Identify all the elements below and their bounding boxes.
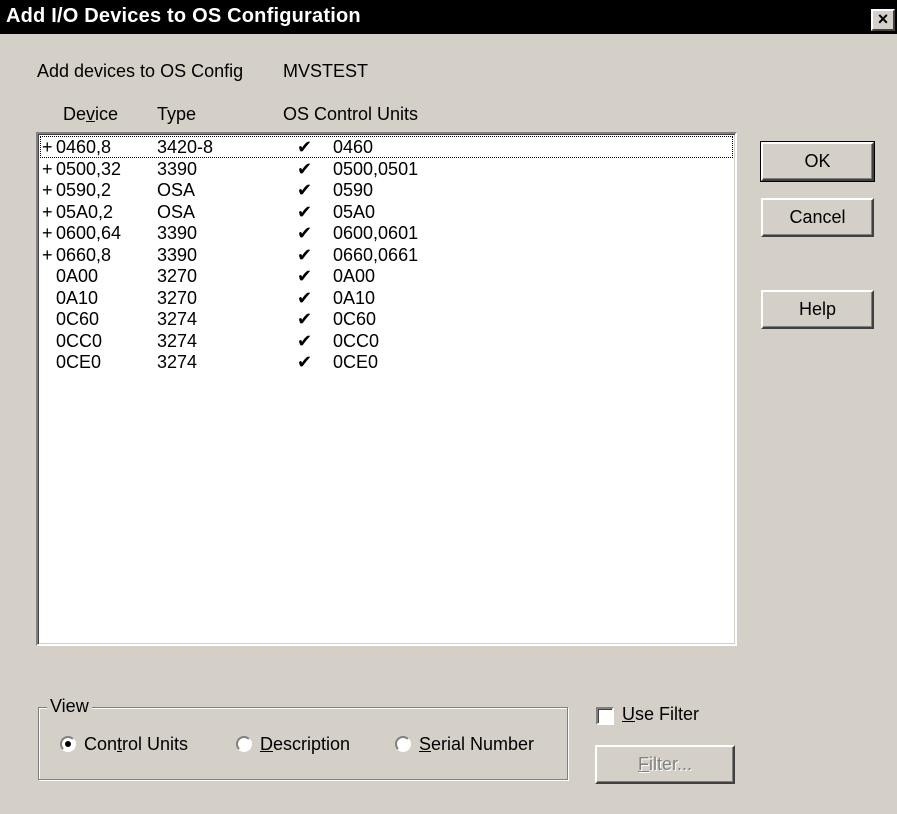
column-header-type: Type (157, 104, 197, 124)
radio-button-icon[interactable] (60, 736, 76, 752)
device-number: 0660,8 (56, 244, 112, 265)
expand-icon[interactable]: + (42, 245, 53, 265)
list-item[interactable]: +0460,8 3420-8 ✔ 0460 (40, 136, 733, 158)
checkmark-icon: ✔ (297, 137, 313, 157)
filter-button[interactable]: Filter... (595, 745, 735, 784)
device-number: 0600,64 (56, 223, 122, 243)
add-devices-label: Add devices to OS Config (37, 61, 244, 81)
device-number: 0500,32 (56, 158, 122, 179)
radio-label-control-units: Control Units (84, 734, 189, 754)
radio-button-icon[interactable] (395, 736, 411, 752)
checkmark-icon: ✔ (297, 180, 313, 200)
checkmark-icon: ✔ (297, 266, 313, 286)
device-number: 0A00 (56, 266, 99, 286)
ok-button[interactable]: OK (760, 141, 875, 182)
device-listbox[interactable]: +0460,8 3420-8 ✔ 0460 +0500,32 3390 ✔ 0500,0501… (36, 132, 737, 646)
dialog-title: Add I/O Devices to OS Configuration (6, 5, 361, 27)
control-units: 0CE0 (333, 352, 379, 372)
device-type: 3270 (157, 287, 198, 308)
device-type: 3274 (157, 352, 198, 372)
checkmark-icon: ✔ (297, 352, 313, 372)
device-type: 3390 (157, 223, 198, 243)
expand-icon[interactable]: + (42, 180, 53, 200)
close-button[interactable]: × (871, 9, 895, 31)
device-type: 3420-8 (157, 137, 214, 157)
list-item[interactable]: +0660,8 3390 ✔ 0660,0661 (40, 244, 733, 266)
control-units: 0A00 (333, 266, 376, 286)
config-name: MVSTEST (283, 61, 369, 81)
control-units: 0600,0601 (333, 223, 419, 243)
device-type: 3390 (157, 158, 198, 179)
radio-button-icon[interactable] (236, 736, 252, 752)
device-type: 3390 (157, 244, 198, 265)
device-number: 0A10 (56, 287, 99, 308)
device-type: OSA (157, 201, 196, 222)
list-item[interactable]: +0590,2 OSA ✔ 0590 (40, 179, 733, 201)
device-number: 0460,8 (56, 137, 112, 157)
list-item[interactable]: +0600,64 3390 ✔ 0600,0601 (40, 222, 733, 244)
view-group-title: View (47, 696, 92, 717)
column-header-device: Device (63, 104, 119, 124)
expand-icon[interactable]: + (42, 223, 53, 243)
device-type: 3274 (157, 309, 198, 329)
list-item[interactable]: 0CE0 3274 ✔ 0CE0 (40, 351, 733, 373)
expand-icon[interactable]: + (42, 137, 53, 157)
list-item[interactable]: 0CC0 3274 ✔ 0CC0 (40, 330, 733, 352)
list-item[interactable]: +05A0,2 OSA ✔ 05A0 (40, 201, 733, 223)
device-type: 3270 (157, 266, 198, 286)
add-io-devices-dialog: Add I/O Devices to OS Configuration × Ad… (0, 0, 897, 814)
checkmark-icon: ✔ (297, 309, 313, 329)
checkmark-icon: ✔ (297, 287, 313, 308)
close-icon: × (877, 9, 889, 29)
help-button[interactable]: Help (761, 290, 874, 329)
control-units: 0590 (333, 180, 374, 200)
list-item[interactable]: 0A10 3270 ✔ 0A10 (40, 287, 733, 309)
device-number: 0CC0 (56, 330, 103, 351)
control-units: 05A0 (333, 201, 376, 222)
control-units: 0660,0661 (333, 244, 419, 265)
device-number: 0CE0 (56, 352, 102, 372)
checkmark-icon: ✔ (297, 158, 313, 179)
title-bar[interactable]: Add I/O Devices to OS Configuration × (0, 0, 897, 34)
radio-label-description: Description (260, 734, 351, 754)
device-number: 05A0,2 (56, 201, 114, 222)
control-units: 0500,0501 (333, 158, 419, 179)
view-groupbox: View Control Units Description Serial Nu… (38, 696, 568, 780)
cancel-button[interactable]: Cancel (761, 198, 874, 237)
device-type: 3274 (157, 330, 198, 351)
device-type: OSA (157, 180, 196, 200)
radio-label-serial-number: Serial Number (419, 734, 535, 754)
checkmark-icon: ✔ (297, 223, 313, 243)
checkmark-icon: ✔ (297, 244, 313, 265)
list-item[interactable]: +0500,32 3390 ✔ 0500,0501 (40, 158, 733, 180)
list-item[interactable]: 0C60 3274 ✔ 0C60 (40, 308, 733, 330)
control-units: 0460 (333, 137, 374, 157)
control-units: 0A10 (333, 287, 376, 308)
device-number: 0590,2 (56, 180, 112, 200)
use-filter-checkbox[interactable] (596, 707, 614, 725)
column-header-os-control-units: OS Control Units (283, 104, 419, 124)
expand-icon[interactable]: + (42, 159, 53, 179)
checkmark-icon: ✔ (297, 201, 313, 222)
control-units: 0C60 (333, 309, 377, 329)
device-number: 0C60 (56, 309, 100, 329)
list-item[interactable]: 0A00 3270 ✔ 0A00 (40, 265, 733, 287)
expand-icon[interactable]: + (42, 202, 53, 222)
use-filter-label: Use Filter (622, 704, 700, 724)
checkmark-icon: ✔ (297, 330, 313, 351)
control-units: 0CC0 (333, 330, 380, 351)
